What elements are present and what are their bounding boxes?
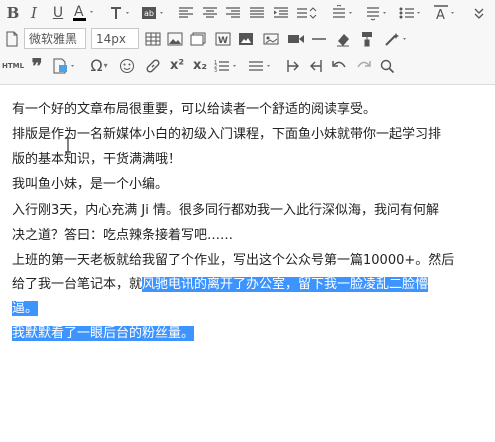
- find-replace-icon[interactable]: [378, 55, 396, 77]
- format-painter-icon[interactable]: [358, 28, 376, 50]
- line-height-icon[interactable]: [296, 2, 318, 24]
- redo-icon[interactable]: [355, 55, 373, 77]
- toolbar-row-3: HTML ❞ Ω ▾ x² x₂ 123: [0, 53, 495, 81]
- emoji-icon[interactable]: [118, 55, 136, 77]
- special-char-icon[interactable]: Ω ▾: [86, 55, 112, 77]
- ltr-direction-icon[interactable]: [284, 55, 302, 77]
- eraser-icon[interactable]: [334, 28, 352, 50]
- horizontal-rule-icon[interactable]: [311, 28, 327, 50]
- paragraph-line: 版的基本知识，干货满满哦！: [12, 152, 182, 167]
- toolbar-row-2: 微软雅黑 14px W: [0, 26, 495, 54]
- svg-text:W: W: [218, 36, 228, 46]
- svg-text:ab: ab: [144, 9, 154, 18]
- font-family-select[interactable]: 微软雅黑: [24, 28, 86, 49]
- undo-icon[interactable]: [330, 55, 348, 77]
- align-justify-icon[interactable]: [248, 2, 266, 24]
- rtl-direction-icon[interactable]: [307, 55, 325, 77]
- subscript-icon[interactable]: x₂: [191, 55, 209, 77]
- link-icon[interactable]: [144, 55, 162, 77]
- ordered-list-icon[interactable]: 123: [214, 55, 240, 77]
- italic-icon[interactable]: I: [26, 2, 42, 24]
- clear-format-icon[interactable]: A: [432, 2, 458, 24]
- text-format-icon[interactable]: [108, 2, 136, 24]
- align-center-icon[interactable]: [201, 2, 219, 24]
- indent-icon[interactable]: [272, 2, 290, 24]
- editor-content[interactable]: 有一个好的文章布局很重要，可以给读者一个舒适的阅读享受。 排版是作为一名新媒体小…: [0, 85, 495, 442]
- blockquote-icon[interactable]: ❞: [29, 55, 45, 77]
- paragraph-line: 上班的第一天老板就给我留了个作业，写出这个公众号第一篇10000+。然后: [12, 253, 455, 268]
- font-color-icon[interactable]: A: [70, 2, 98, 24]
- image-icon[interactable]: [166, 28, 184, 50]
- selected-text: 风驰电讯的离开了办公室，留下我一脸凌乱二脸懵: [142, 277, 429, 292]
- bold-icon[interactable]: B: [4, 2, 22, 24]
- selected-text: 逼。: [12, 301, 39, 316]
- table-icon[interactable]: [144, 28, 162, 50]
- html-source-button[interactable]: HTML: [2, 55, 24, 77]
- svg-text:A: A: [74, 4, 84, 20]
- underline-icon[interactable]: U: [50, 2, 66, 24]
- paragraph-spacing-top-icon[interactable]: [330, 2, 356, 24]
- font-size-value: 14px: [96, 32, 126, 46]
- paragraph-line-mixed: 给了我一台笔记本，就风驰电讯的离开了办公室，留下我一脸凌乱二脸懵: [12, 274, 429, 296]
- font-size-select[interactable]: 14px: [91, 28, 139, 49]
- text-cursor-icon: [65, 137, 71, 153]
- paragraph-line: 入行刚3天，内心充满 Ji 情。很多同行都劝我一入此行深似海，我问有何解: [12, 203, 439, 218]
- paragraph-line: 有一个好的文章布局很重要，可以给读者一个舒适的阅读享受。: [12, 102, 377, 117]
- font-family-value: 微软雅黑: [29, 32, 78, 46]
- paragraph-line-selected: 逼。: [12, 298, 39, 320]
- unselected-text: 给了我一台笔记本，就: [12, 277, 143, 292]
- align-right-icon[interactable]: [224, 2, 242, 24]
- superscript-icon[interactable]: x²: [168, 55, 186, 77]
- word-import-icon[interactable]: W: [214, 28, 232, 50]
- paragraph-line: 排版是作为一名新媒体小白的初级入门课程，下面鱼小妹就带你一起学习排: [12, 127, 442, 142]
- bullet-list-icon[interactable]: [398, 2, 424, 24]
- svg-text:A: A: [436, 8, 445, 22]
- paragraph-line: 决之道？答曰：吃点辣条接着写吧……: [12, 228, 234, 243]
- new-document-icon[interactable]: [4, 28, 20, 50]
- paragraph-spacing-bottom-icon[interactable]: [364, 2, 390, 24]
- selected-text: 我默默看了一眼后台的粉丝量。: [12, 326, 195, 341]
- more-options-icon[interactable]: [470, 2, 488, 24]
- gallery-icon[interactable]: [262, 28, 280, 50]
- unordered-list-icon[interactable]: [248, 55, 274, 77]
- template-icon[interactable]: [52, 55, 78, 77]
- editor-toolbar: B I U A ab A 微软雅黑 14px W HTML ❞ Ω ▾ x² x…: [0, 0, 495, 85]
- paragraph-line-selected: 我默默看了一眼后台的粉丝量。: [12, 323, 195, 345]
- svg-text:3: 3: [214, 68, 217, 74]
- html-source-label: HTML: [1, 62, 25, 70]
- background-color-icon[interactable]: ab: [140, 2, 168, 24]
- magic-wand-icon[interactable]: [383, 28, 411, 50]
- video-icon[interactable]: [286, 28, 306, 50]
- toolbar-row-1: B I U A ab A: [0, 0, 495, 28]
- paragraph-line: 我叫鱼小妹，是一个小编。: [12, 177, 169, 192]
- image-upload-icon[interactable]: [237, 28, 255, 50]
- align-left-icon[interactable]: [177, 2, 195, 24]
- multi-image-icon[interactable]: [189, 28, 207, 50]
